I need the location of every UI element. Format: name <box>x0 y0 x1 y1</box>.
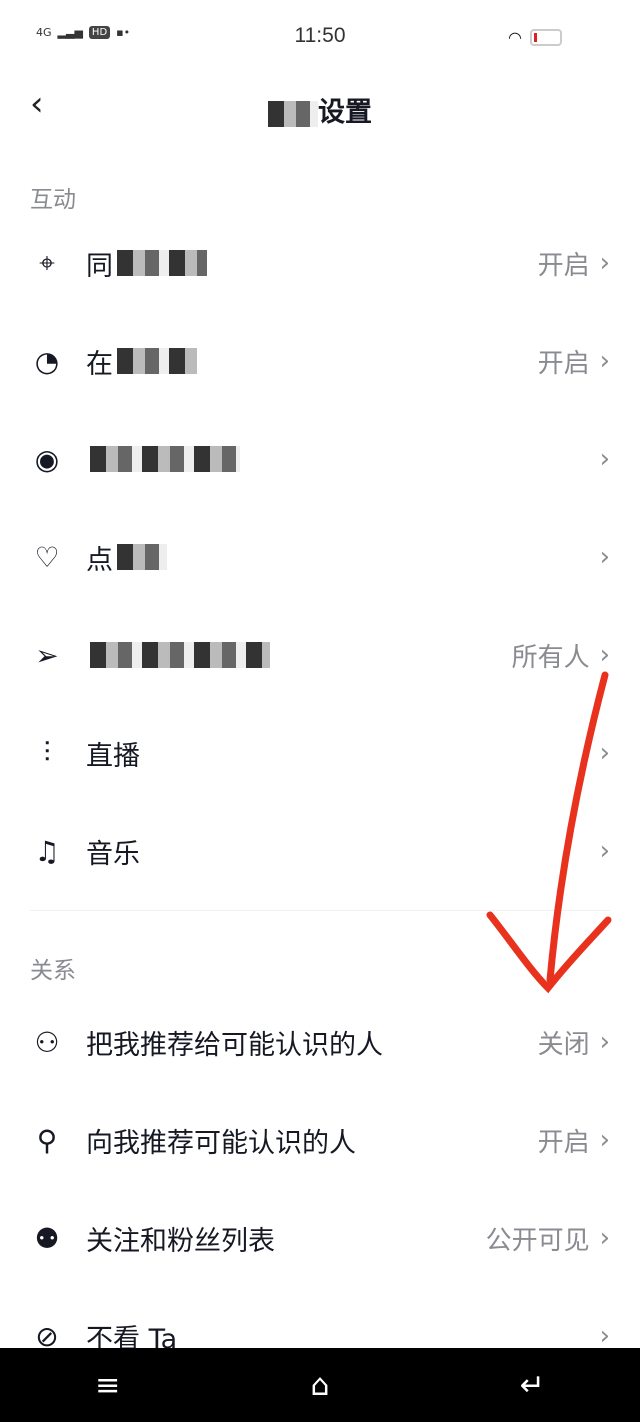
back-nav-icon[interactable]: ↵ <box>520 1368 545 1403</box>
row-label: 点 <box>86 538 590 577</box>
mosaic-redaction <box>117 544 167 570</box>
row-value: 关闭 <box>537 1029 590 1060</box>
chevron-right-icon: › <box>599 248 610 278</box>
chevron-right-icon: › <box>599 640 610 670</box>
mosaic-redaction <box>117 348 197 374</box>
row-label: 关注和粉丝列表 <box>86 1219 486 1258</box>
system-nav-bar: ≡ ⌂ ↵ <box>0 1348 640 1422</box>
chevron-right-icon: › <box>599 1027 610 1057</box>
header: ‹ 设置 <box>0 72 640 138</box>
share-user-icon: ⚇ <box>34 1025 60 1059</box>
chevron-right-icon: › <box>599 542 610 572</box>
settings-row[interactable]: ◉ › <box>0 410 640 508</box>
music-note-icon: ♫ <box>34 834 60 868</box>
settings-row[interactable]: ♡ 点 › <box>0 508 640 606</box>
settings-row[interactable]: ⚉ 关注和粉丝列表 公开可见 › <box>0 1189 640 1287</box>
row-value: 开启 <box>537 250 590 281</box>
row-label: 直播 <box>86 734 590 773</box>
chevron-right-icon: › <box>599 346 610 376</box>
home-icon[interactable]: ⌂ <box>310 1368 329 1403</box>
row-value: 开启 <box>537 1127 590 1158</box>
heart-icon: ♡ <box>34 540 60 574</box>
row-label: 同 <box>86 244 538 283</box>
settings-row[interactable]: ⌖ 同 开启 › <box>0 214 640 312</box>
row-label-text: 音乐 <box>86 838 140 870</box>
row-label-text: 向我推荐可能认识的人 <box>86 1127 356 1159</box>
row-label: 在 <box>86 342 538 381</box>
settings-row[interactable]: ➢ 所有人 › <box>0 606 640 704</box>
mosaic-redaction <box>117 250 207 276</box>
page-title-text: 设置 <box>318 97 372 128</box>
status-bar: 4G ▂▃▅ HD ▪• 11:50 ◠ <box>0 0 640 72</box>
row-label: 音乐 <box>86 832 590 871</box>
settings-row[interactable]: ◔ 在 开启 › <box>0 312 640 410</box>
chevron-right-icon: › <box>599 1321 610 1351</box>
eye-icon: ◉ <box>34 442 60 476</box>
row-label: 向我推荐可能认识的人 <box>86 1121 538 1160</box>
online-status-icon: ◔ <box>34 344 60 378</box>
users-icon: ⚉ <box>34 1221 60 1255</box>
settings-row[interactable]: ♫ 音乐 › <box>0 802 640 900</box>
live-bars-icon: ⫶ <box>43 736 51 769</box>
page-title: 设置 <box>0 90 640 129</box>
chevron-right-icon: › <box>599 444 610 474</box>
recommend-user-icon: ⚲ <box>36 1123 58 1157</box>
battery-icon <box>530 29 562 46</box>
mosaic-redaction <box>268 100 318 127</box>
mosaic-redaction <box>90 446 240 472</box>
row-value: 开启 <box>537 348 590 379</box>
paper-plane-icon: ➢ <box>35 638 59 672</box>
settings-row[interactable]: ⚇ 把我推荐给可能认识的人 关闭 › <box>0 993 640 1091</box>
chevron-right-icon: › <box>599 1223 610 1253</box>
menu-icon[interactable]: ≡ <box>95 1368 120 1403</box>
chevron-right-icon: › <box>599 836 610 866</box>
chevron-right-icon: › <box>599 738 610 768</box>
row-label-text: 关注和粉丝列表 <box>86 1225 275 1257</box>
mosaic-redaction <box>90 642 270 668</box>
settings-row[interactable]: ⫶ 直播 › <box>0 704 640 802</box>
row-label-text: 点 <box>86 544 113 576</box>
location-pin-icon: ⌖ <box>39 246 55 279</box>
section-title: 关系 <box>30 958 76 984</box>
row-label-text: 把我推荐给可能认识的人 <box>86 1029 383 1061</box>
row-label <box>86 446 590 472</box>
row-label-text: 直播 <box>86 740 140 772</box>
row-label-text: 同 <box>86 250 113 282</box>
chevron-right-icon: › <box>599 1125 610 1155</box>
settings-row[interactable]: ⚲ 向我推荐可能认识的人 开启 › <box>0 1091 640 1189</box>
row-label-text: 在 <box>86 348 113 380</box>
row-label <box>86 642 512 668</box>
wifi-icon: ◠ <box>508 28 522 47</box>
row-label: 把我推荐给可能认识的人 <box>86 1023 538 1062</box>
row-value: 公开可见 <box>485 1225 590 1256</box>
section-title: 互动 <box>30 187 76 213</box>
row-value: 所有人 <box>511 642 590 673</box>
